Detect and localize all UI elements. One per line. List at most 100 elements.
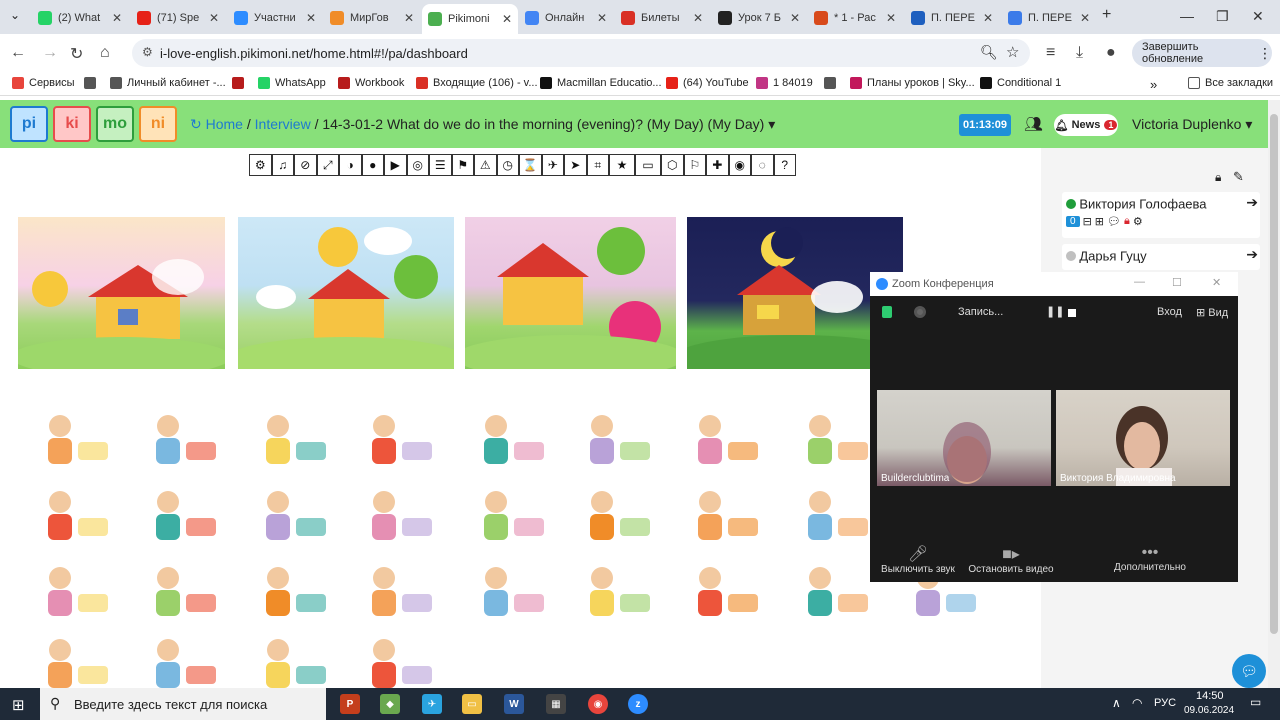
chat-bubble-icon[interactable]: 💬︎ <box>1232 654 1266 688</box>
tool-button[interactable]: ◷ <box>496 154 519 176</box>
activity-picture[interactable] <box>238 408 334 478</box>
bookmark-item[interactable]: WhatsApp <box>258 77 326 89</box>
tab-close-icon[interactable]: ✕ <box>404 11 414 25</box>
bookmark-item[interactable] <box>232 77 249 89</box>
activity-picture[interactable] <box>20 632 116 688</box>
browser-tab[interactable]: МирГов ✕ <box>324 6 420 30</box>
tab-close-icon[interactable]: ✕ <box>886 11 896 25</box>
bookmark-star-icon[interactable]: ☆ <box>1006 43 1019 61</box>
activity-picture[interactable] <box>238 632 334 688</box>
zoom-lens-icon[interactable]: 🔍︎ <box>980 44 998 61</box>
bookmark-item[interactable]: Conditional 1 <box>980 77 1061 89</box>
activity-picture[interactable] <box>562 408 658 478</box>
tool-button[interactable]: ▶ <box>384 154 407 176</box>
tab-close-icon[interactable]: ✕ <box>1080 11 1090 25</box>
tool-button[interactable]: ⌛ <box>519 154 542 176</box>
zoom-view-button[interactable]: ⊞ Вид <box>1196 306 1228 319</box>
browser-tab[interactable]: П. ПЕРЕ ✕ <box>1002 6 1096 30</box>
group-icon[interactable]: 👥︎ <box>1024 115 1043 133</box>
tool-button[interactable]: ⚙ <box>249 154 272 176</box>
minimize-icon[interactable]: — <box>1180 8 1194 24</box>
reload-icon[interactable]: ↻ <box>70 44 83 64</box>
video-tile-builderclubtima[interactable]: Builderclubtima <box>877 390 1051 486</box>
refresh-icon[interactable]: ↻ <box>190 116 202 132</box>
window-close-icon[interactable]: ✕ <box>1252 8 1264 25</box>
activity-picture[interactable] <box>562 484 658 554</box>
activity-picture[interactable] <box>670 408 766 478</box>
activity-picture[interactable] <box>456 408 552 478</box>
user-menu[interactable]: Victoria Duplenko ▾ <box>1132 116 1252 133</box>
activity-picture[interactable] <box>456 560 552 630</box>
forward-icon[interactable]: → <box>42 44 58 62</box>
breadcrumb-interview[interactable]: Interview <box>255 116 311 132</box>
chrome-icon[interactable]: ◉ <box>588 694 608 714</box>
zoom-maximize-icon[interactable]: ☐ <box>1172 276 1182 289</box>
scene-card-morning[interactable] <box>18 217 225 369</box>
lock-icon[interactable]: 🔒︎ <box>1215 170 1221 185</box>
powerpoint-icon[interactable]: P <box>340 694 360 714</box>
stop-video-button[interactable]: ■▸ Остановить видео <box>966 544 1056 575</box>
activity-picture[interactable] <box>128 560 224 630</box>
bookmarks-overflow-icon[interactable]: » <box>1150 77 1157 92</box>
tray-chevron-icon[interactable]: ∧ <box>1112 696 1121 710</box>
browser-tab[interactable]: Pikimoni ✕ <box>422 4 518 34</box>
bookmark-item[interactable]: Личный кабинет -... <box>110 77 226 89</box>
encryption-shield-icon[interactable] <box>882 306 892 318</box>
activity-picture[interactable] <box>128 408 224 478</box>
activity-picture[interactable] <box>20 484 116 554</box>
tool-button[interactable]: ⚑ <box>451 154 474 176</box>
activity-picture[interactable] <box>20 408 116 478</box>
tool-button[interactable]: ◌ <box>751 154 774 176</box>
settings-icon[interactable]: ⚙ <box>1133 215 1143 228</box>
back-icon[interactable]: ← <box>10 44 26 62</box>
tool-button[interactable]: ? <box>773 154 796 176</box>
windows-start-icon[interactable]: ⊞ <box>12 696 25 714</box>
bookmark-item[interactable]: Macmillan Educatio... <box>540 77 662 89</box>
bookmark-item[interactable]: (64) YouTube <box>666 77 749 89</box>
tool-button[interactable]: ✚ <box>706 154 729 176</box>
kebab-menu-icon[interactable]: ⋮ <box>1258 45 1272 62</box>
browser-tab[interactable]: * 1 - Рас ✕ <box>808 6 902 30</box>
plus-icon[interactable]: ⊞ <box>1095 215 1104 228</box>
calendar-icon[interactable]: ▦ <box>546 694 566 714</box>
activity-picture[interactable] <box>670 484 766 554</box>
tab-close-icon[interactable]: ✕ <box>693 11 703 25</box>
tool-button[interactable]: ◉ <box>728 154 751 176</box>
tab-close-icon[interactable]: ✕ <box>983 11 993 25</box>
bookmark-item[interactable] <box>84 77 101 89</box>
browser-tab[interactable]: Онлайн ✕ <box>519 6 613 30</box>
student-card-1[interactable]: Виктория Голофаева ➔ 0 ⊟ ⊞ 💬︎ 🔒︎ ⚙ <box>1062 192 1260 238</box>
news-button[interactable]: 🔔︎ News 1 <box>1054 114 1118 136</box>
notifications-icon[interactable]: ▭ <box>1250 695 1261 709</box>
telegram-icon[interactable]: ✈ <box>422 694 442 714</box>
mute-button[interactable]: 🎤︎ Выключить звук <box>878 544 958 575</box>
activity-picture[interactable] <box>344 560 440 630</box>
bookmark-item[interactable]: 1 84019 <box>756 77 813 89</box>
app-icon[interactable]: ◆ <box>380 694 400 714</box>
tab-close-icon[interactable]: ✕ <box>790 11 800 25</box>
tab-close-icon[interactable]: ✕ <box>306 11 316 25</box>
bookmark-item[interactable]: Планы уроков | Sky... <box>850 77 975 89</box>
wifi-icon[interactable]: ◠ <box>1132 696 1142 710</box>
bookmark-item[interactable] <box>824 77 841 89</box>
tab-close-icon[interactable]: ✕ <box>209 11 219 25</box>
edit-icon[interactable]: ✎ <box>1233 169 1244 185</box>
browser-tab[interactable]: П. ПЕРЕ ✕ <box>905 6 999 30</box>
more-button[interactable]: ••• Дополнительно <box>1110 544 1190 573</box>
activity-picture[interactable] <box>780 408 876 478</box>
arrow-right-icon[interactable]: ➔ <box>1246 194 1258 211</box>
taskbar-search[interactable]: ⚲ Введите здесь текст для поиска <box>40 688 326 720</box>
browser-tab[interactable]: Урок 7 Б ✕ <box>712 6 806 30</box>
browser-tab[interactable]: Участни ✕ <box>228 6 322 30</box>
browser-tab[interactable]: (2) What ✕ <box>32 6 128 30</box>
activity-picture[interactable] <box>344 408 440 478</box>
activity-picture[interactable] <box>238 560 334 630</box>
tab-close-icon[interactable]: ✕ <box>112 11 122 25</box>
tool-button[interactable]: ◎ <box>406 154 429 176</box>
activity-picture[interactable] <box>780 560 876 630</box>
logo-ki[interactable]: ki <box>53 106 91 142</box>
scene-card-evening[interactable] <box>465 217 676 369</box>
tool-button[interactable]: ⊘ <box>294 154 317 176</box>
tool-button[interactable]: ✈ <box>541 154 564 176</box>
activity-picture[interactable] <box>238 484 334 554</box>
